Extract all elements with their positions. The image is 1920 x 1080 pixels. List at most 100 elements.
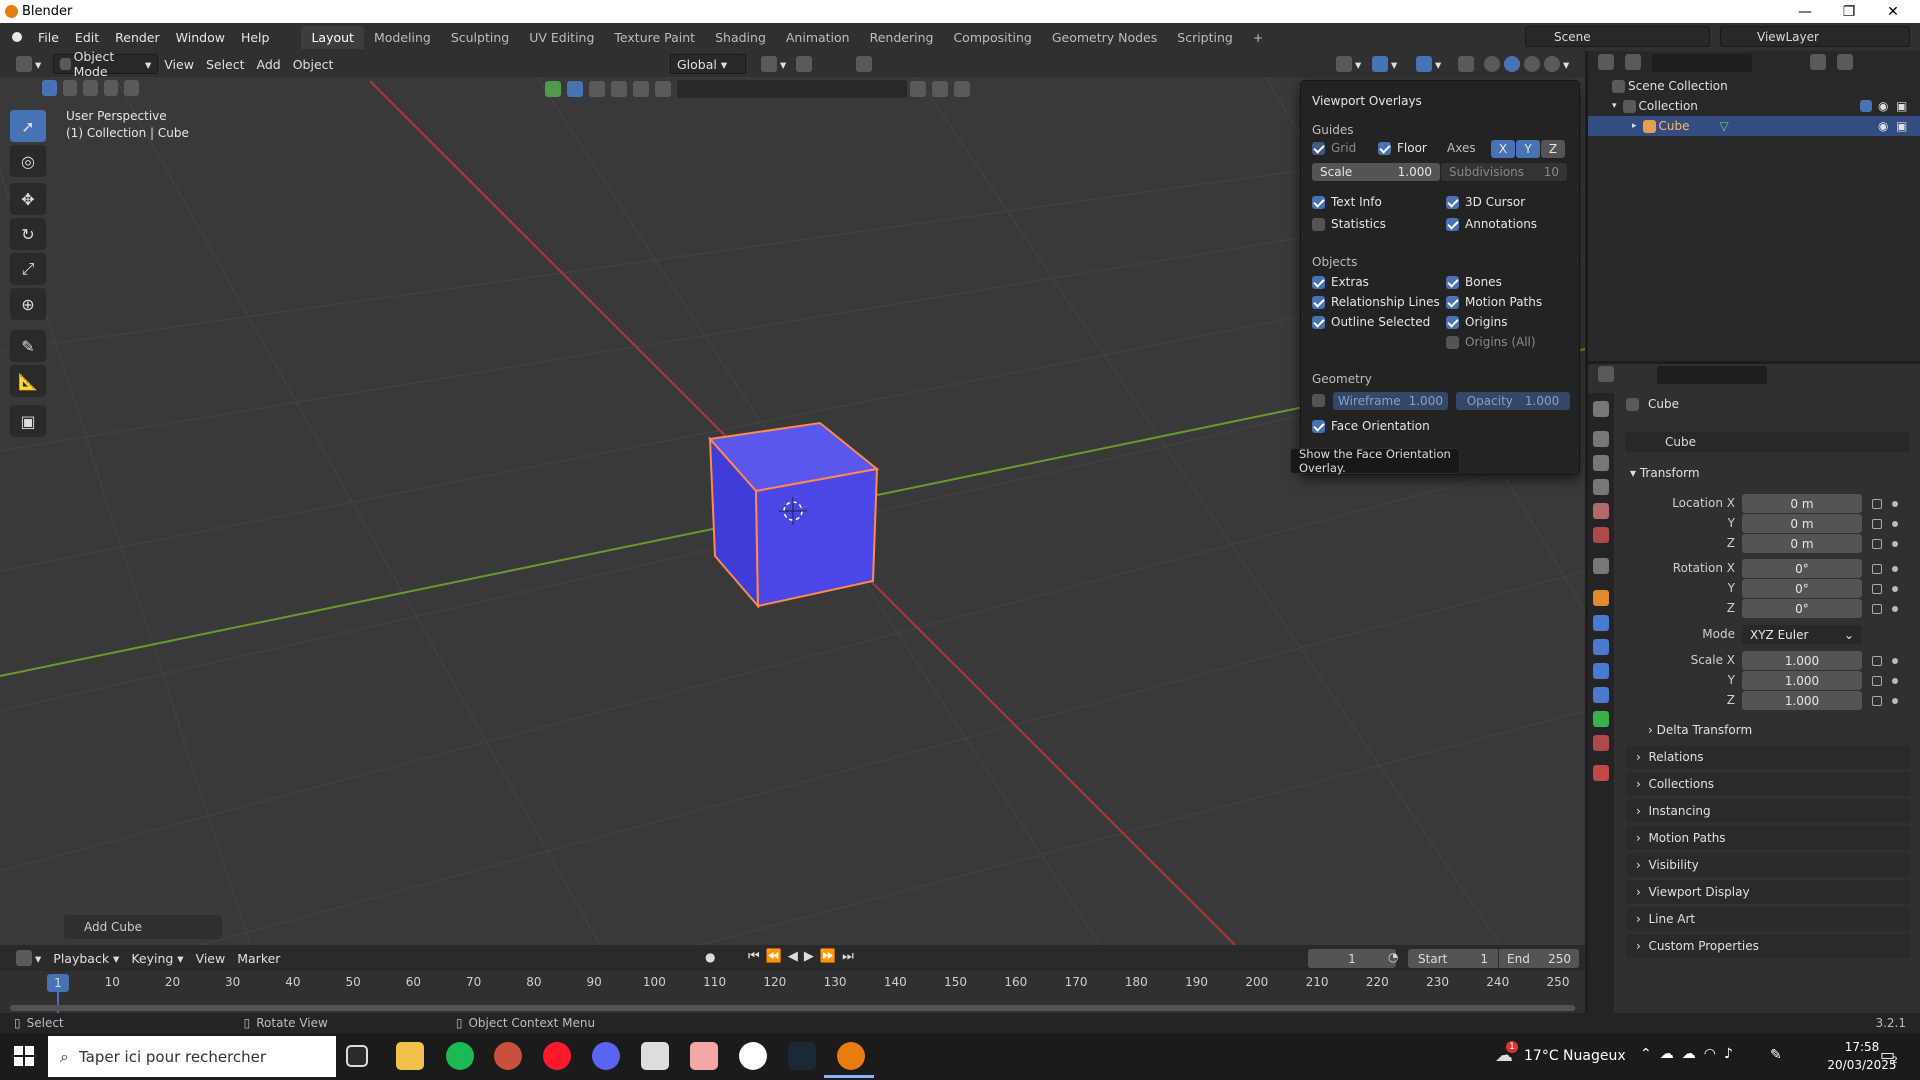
- menu-help[interactable]: Help: [233, 30, 278, 45]
- menu-object[interactable]: Object: [287, 54, 340, 74]
- measure-tool[interactable]: 📐: [10, 365, 46, 397]
- particles-tab-icon[interactable]: [1593, 639, 1609, 655]
- mesh-data-icon[interactable]: ▽: [1720, 119, 1729, 133]
- app-icon[interactable]: [494, 1042, 522, 1070]
- section-collections[interactable]: › Collections: [1626, 772, 1911, 796]
- outliner-editor-icon[interactable]: [1598, 54, 1614, 70]
- bookmark-icon[interactable]: [910, 81, 926, 97]
- axis-y-toggle[interactable]: Y: [1516, 140, 1540, 158]
- transform-tool[interactable]: ⊕: [10, 288, 46, 320]
- rotation-y-field[interactable]: 0°: [1742, 579, 1862, 598]
- section-viewport-display[interactable]: › Viewport Display: [1626, 880, 1911, 904]
- display-mode-icon[interactable]: [1625, 54, 1641, 70]
- axis-x-toggle[interactable]: X: [1491, 140, 1515, 158]
- mesh-filter-icon[interactable]: [567, 81, 583, 97]
- text-info-checkbox[interactable]: Text Info: [1312, 195, 1382, 209]
- tab-scripting[interactable]: Scripting: [1167, 26, 1243, 49]
- object-types-icon[interactable]: [545, 81, 561, 97]
- section-line-art[interactable]: › Line Art: [1626, 907, 1911, 931]
- physics-tab-icon[interactable]: [1593, 663, 1609, 679]
- select-invert-icon[interactable]: [103, 80, 119, 96]
- move-tool[interactable]: ✥: [10, 183, 46, 215]
- playback-controls[interactable]: ⏮⏪◀▶⏩⏭: [748, 949, 860, 964]
- select-intersect-icon[interactable]: [124, 80, 139, 96]
- keyframe-dot-icon[interactable]: [1892, 586, 1898, 592]
- menu-file[interactable]: File: [30, 30, 67, 45]
- collapse-arrow-icon[interactable]: ▾: [1612, 101, 1617, 111]
- system-tray-icons[interactable]: ⌃☁☁◠♪: [1640, 1046, 1741, 1062]
- constraints-tab-icon[interactable]: [1593, 687, 1609, 703]
- location-y-field[interactable]: 0 m: [1742, 514, 1862, 533]
- outliner-search-input[interactable]: [1652, 54, 1752, 72]
- other-filter-icon[interactable]: [655, 81, 671, 97]
- snap-button[interactable]: [790, 54, 821, 74]
- discord-icon[interactable]: [592, 1042, 620, 1070]
- github-icon[interactable]: [739, 1042, 767, 1070]
- gizmo-button[interactable]: ▾: [1366, 54, 1403, 74]
- section-custom-properties[interactable]: › Custom Properties: [1626, 934, 1911, 958]
- record-button[interactable]: ●: [705, 950, 715, 964]
- current-frame-field[interactable]: 1: [1308, 949, 1396, 968]
- menu-select[interactable]: Select: [200, 54, 251, 74]
- tool-tab-icon[interactable]: [1593, 401, 1609, 417]
- camera-filter-icon[interactable]: [589, 81, 605, 97]
- weather-text[interactable]: 17°C Nuageux: [1524, 1048, 1626, 1064]
- section-motion-paths[interactable]: › Motion Paths: [1626, 826, 1911, 850]
- transform-section-header[interactable]: ▾ Transform: [1630, 466, 1700, 480]
- lock-icon[interactable]: [1872, 564, 1882, 574]
- wireframe-threshold-field[interactable]: Wireframe 1.000: [1333, 392, 1448, 410]
- menu-view[interactable]: View: [158, 54, 200, 74]
- tab-geometry-nodes[interactable]: Geometry Nodes: [1042, 26, 1167, 49]
- rotate-tool[interactable]: ↻: [10, 218, 46, 250]
- statistics-checkbox[interactable]: Statistics: [1312, 217, 1386, 231]
- location-x-field[interactable]: 0 m: [1742, 494, 1862, 513]
- shading-rendered-button[interactable]: ▾: [1538, 54, 1575, 74]
- bones-checkbox[interactable]: Bones: [1446, 275, 1502, 289]
- keyframe-dot-icon[interactable]: [1892, 606, 1898, 612]
- grid-checkbox[interactable]: Grid: [1312, 141, 1356, 155]
- exclude-checkbox-icon[interactable]: [1860, 100, 1872, 112]
- timeline-scrollbar[interactable]: [10, 1005, 1575, 1011]
- viewport-search-input[interactable]: [677, 80, 907, 98]
- delta-transform-section[interactable]: › Delta Transform: [1648, 723, 1752, 737]
- view-layer-tab-icon[interactable]: [1593, 479, 1609, 495]
- rotation-x-field[interactable]: 0°: [1742, 559, 1862, 578]
- close-button[interactable]: ✕: [1870, 0, 1916, 23]
- properties-editor-icon[interactable]: [1598, 366, 1614, 382]
- tab-animation[interactable]: Animation: [776, 26, 860, 49]
- lock-icon[interactable]: [1872, 656, 1882, 666]
- keyframe-dot-icon[interactable]: [1892, 501, 1898, 507]
- spotify-icon[interactable]: [446, 1042, 474, 1070]
- pen-icon[interactable]: ✎: [1770, 1047, 1782, 1063]
- light-filter-icon[interactable]: [611, 81, 627, 97]
- blender-menu-icon[interactable]: [12, 32, 22, 42]
- cube-eye-icon[interactable]: ◉: [1878, 119, 1888, 133]
- scale-z-field[interactable]: 1.000: [1742, 691, 1862, 710]
- material-tab-icon[interactable]: [1593, 735, 1609, 751]
- steam-icon[interactable]: [788, 1042, 816, 1070]
- section-instancing[interactable]: › Instancing: [1626, 799, 1911, 823]
- add-cube-tool[interactable]: ▣: [10, 405, 46, 437]
- editor-type-button[interactable]: ▾: [10, 54, 47, 74]
- lock-icon[interactable]: [1872, 499, 1882, 509]
- annotations-checkbox[interactable]: Annotations: [1446, 217, 1537, 231]
- proportional-edit-button[interactable]: [850, 54, 881, 74]
- orientation-selector[interactable]: Global ▾: [670, 54, 746, 74]
- menu-keying[interactable]: Keying ▾: [125, 948, 189, 968]
- new-collection-icon[interactable]: [1837, 54, 1853, 70]
- tab-shading[interactable]: Shading: [705, 26, 776, 49]
- object-name-field[interactable]: Cube: [1625, 432, 1910, 452]
- start-button[interactable]: [14, 1046, 34, 1066]
- select-new-icon[interactable]: [42, 80, 57, 96]
- tab-compositing[interactable]: Compositing: [943, 26, 1041, 49]
- 3d-cursor-checkbox[interactable]: 3D Cursor: [1446, 195, 1525, 209]
- cube-camera-icon[interactable]: ▣: [1896, 119, 1907, 133]
- overlays-button[interactable]: ▾: [1410, 54, 1447, 74]
- extras-checkbox[interactable]: Extras: [1312, 275, 1369, 289]
- select-subtract-icon[interactable]: [83, 80, 98, 96]
- menu-marker[interactable]: Marker: [231, 948, 286, 968]
- world-tab-icon[interactable]: [1593, 527, 1609, 543]
- outliner-row-cube[interactable]: ▸ Cube ▽ ◉ ▣: [1588, 116, 1920, 136]
- viewlayer-selector[interactable]: ViewLayer: [1720, 26, 1910, 47]
- face-orientation-checkbox[interactable]: Face Orientation: [1312, 419, 1430, 433]
